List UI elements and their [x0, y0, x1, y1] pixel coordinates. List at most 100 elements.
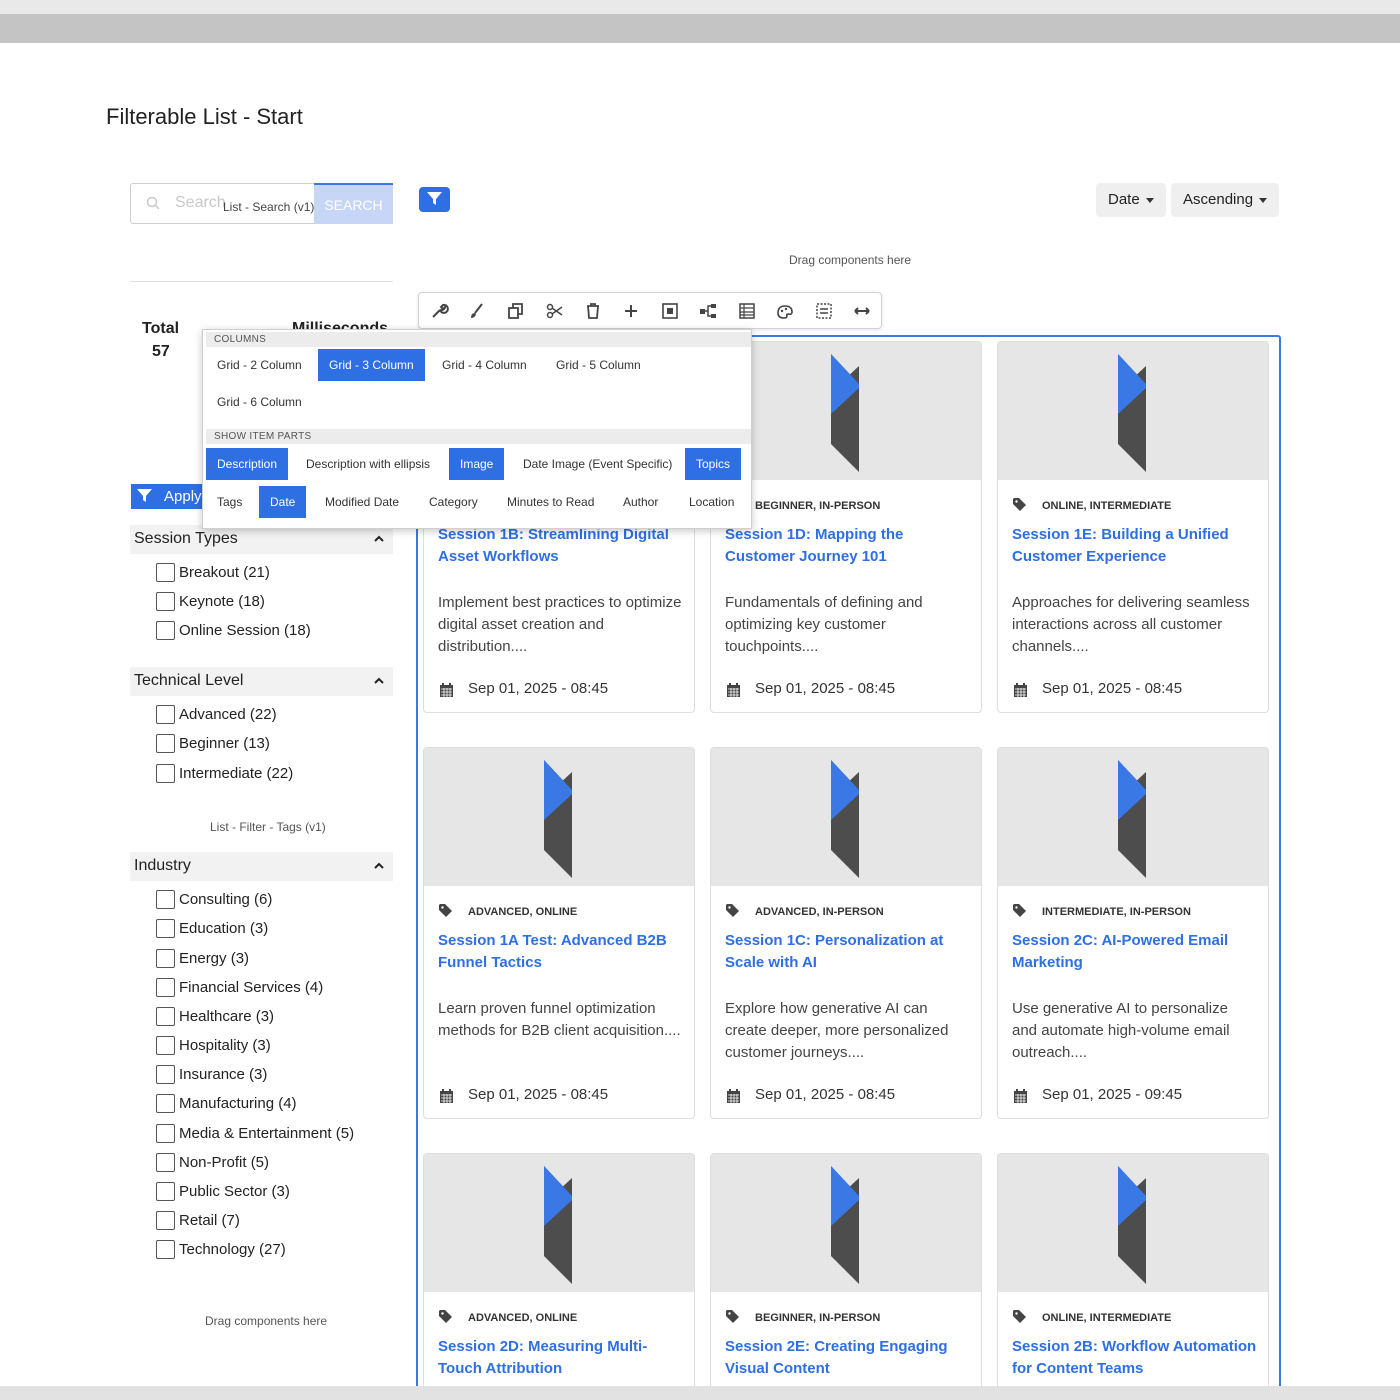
logo-icon — [831, 760, 859, 878]
scissors-icon[interactable] — [545, 301, 565, 321]
search-button[interactable]: SEARCH — [314, 183, 393, 224]
component-icon[interactable] — [814, 301, 834, 321]
checkbox[interactable] — [156, 890, 175, 909]
filter-item-label: Advanced (22) — [179, 706, 277, 723]
filter-group-industry[interactable]: Industry — [130, 852, 393, 881]
filter-item-label: Media & Entertainment (5) — [179, 1125, 355, 1142]
sort-order-dropdown[interactable]: Ascending — [1171, 183, 1280, 217]
sort-field-dropdown[interactable]: Date — [1096, 183, 1166, 217]
editor-top-bar — [0, 14, 1400, 43]
checkbox[interactable] — [156, 1153, 175, 1172]
card-title-link[interactable]: Session 1A Test: Advanced B2B Funnel Tac… — [438, 930, 683, 974]
filter-group-title: Technical Level — [134, 672, 244, 689]
palette-icon[interactable] — [775, 301, 795, 321]
option-description[interactable]: Description — [206, 448, 289, 480]
option-grid-6-column[interactable]: Grid - 6 Column — [206, 386, 313, 418]
result-card[interactable]: BEGINNER, IN-PERSON Session 2E: Creating … — [710, 1153, 982, 1393]
card-image[interactable] — [998, 1154, 1268, 1292]
option-grid-4-column[interactable]: Grid - 4 Column — [431, 349, 538, 381]
filter-toggle-button[interactable] — [419, 187, 450, 212]
tags-filter-component-label: List - Filter - Tags (v1) — [210, 820, 326, 834]
card-description: Approaches for delivering seamless inter… — [1012, 594, 1250, 655]
component-toolbar — [418, 292, 882, 329]
card-topics-text: ADVANCED, ONLINE — [468, 1312, 578, 1324]
option-category[interactable]: Category — [418, 486, 489, 518]
option-grid-2-column[interactable]: Grid - 2 Column — [206, 349, 313, 381]
apply-filters-button[interactable]: Apply — [131, 484, 205, 509]
result-card[interactable]: ONLINE, INTERMEDIATE Session 1E: Building… — [997, 341, 1269, 713]
wrench-icon[interactable] — [429, 301, 449, 321]
card-image[interactable] — [998, 342, 1268, 480]
hierarchy-icon[interactable] — [698, 301, 718, 321]
checkbox[interactable] — [156, 978, 175, 997]
tag-icon — [726, 1310, 739, 1323]
card-image[interactable] — [998, 748, 1268, 886]
option-date[interactable]: Date — [259, 486, 307, 518]
card-title-link[interactable]: Session 1D: Mapping the Customer Journey… — [725, 524, 970, 568]
item-parts-section-heading: SHOW ITEM PARTS — [206, 429, 751, 444]
result-card[interactable]: ONLINE, INTERMEDIATE Session 2B: Workflow… — [997, 1153, 1269, 1393]
checkbox[interactable] — [156, 1182, 175, 1201]
checkbox[interactable] — [156, 764, 175, 783]
option-grid-5-column[interactable]: Grid - 5 Column — [545, 349, 652, 381]
trash-icon[interactable] — [583, 301, 603, 321]
checkbox[interactable] — [156, 1036, 175, 1055]
resize-icon[interactable] — [852, 301, 872, 321]
card-image[interactable] — [711, 748, 981, 886]
option-topics[interactable]: Topics — [685, 448, 742, 480]
option-modified-date[interactable]: Modified Date — [314, 486, 410, 518]
checkbox[interactable] — [156, 1240, 175, 1259]
card-title-link[interactable]: Session 2B: Workflow Automation for Cont… — [1012, 1336, 1257, 1380]
checkbox[interactable] — [156, 563, 175, 582]
option-minutes-to-read[interactable]: Minutes to Read — [496, 486, 605, 518]
card-title-link[interactable]: Session 1C: Personalization at Scale wit… — [725, 930, 970, 974]
checkbox[interactable] — [156, 949, 175, 968]
card-title-link[interactable]: Session 1E: Building a Unified Customer … — [1012, 524, 1257, 568]
checkbox[interactable] — [156, 919, 175, 938]
card-date-text: Sep 01, 2025 - 08:45 — [755, 1086, 896, 1103]
checkbox[interactable] — [156, 1007, 175, 1026]
copy-icon[interactable] — [506, 301, 526, 321]
filter-group-session-types[interactable]: Session Types — [130, 525, 393, 554]
result-card[interactable]: ADVANCED, IN-PERSON Session 1C: Personali… — [710, 747, 982, 1119]
card-title-link[interactable]: Session 2E: Creating Engaging Visual Con… — [725, 1336, 970, 1380]
filter-group-title: Industry — [134, 857, 191, 874]
card-title-link[interactable]: Session 2C: AI-Powered Email Marketing — [1012, 930, 1257, 974]
checkbox[interactable] — [156, 705, 175, 724]
filter-item-label: Intermediate (22) — [179, 765, 294, 782]
sidebar-divider — [130, 281, 393, 282]
option-location[interactable]: Location — [678, 486, 745, 518]
list-icon[interactable] — [737, 301, 757, 321]
checkbox[interactable] — [156, 1065, 175, 1084]
card-image[interactable] — [424, 748, 694, 886]
card-image[interactable] — [424, 1154, 694, 1292]
apply-label: Apply — [164, 488, 202, 505]
checkbox[interactable] — [156, 621, 175, 640]
card-title-link[interactable]: Session 1B: Streamlining Digital Asset W… — [438, 524, 683, 568]
option-description-with-ellipsis[interactable]: Description with ellipsis — [295, 448, 441, 480]
frame-icon[interactable] — [660, 301, 680, 321]
plus-icon[interactable] — [621, 301, 641, 321]
checkbox[interactable] — [156, 734, 175, 753]
card-title-link[interactable]: Session 2D: Measuring Multi-Touch Attrib… — [438, 1336, 683, 1380]
filter-item-label: Beginner (13) — [179, 735, 270, 752]
option-tags[interactable]: Tags — [206, 486, 253, 518]
result-card[interactable]: ADVANCED, ONLINE Session 1A Test: Advance… — [423, 747, 695, 1119]
brush-icon[interactable] — [467, 301, 487, 321]
result-card[interactable]: INTERMEDIATE, IN-PERSON Session 2C: AI-Po… — [997, 747, 1269, 1119]
option-date-image[interactable]: Date Image (Event Specific) — [512, 448, 683, 480]
checkbox[interactable] — [156, 1124, 175, 1143]
total-label: Total — [142, 320, 180, 337]
option-grid-3-column[interactable]: Grid - 3 Column — [318, 349, 425, 381]
filter-group-title: Session Types — [134, 530, 238, 547]
card-image[interactable] — [711, 1154, 981, 1292]
checkbox[interactable] — [156, 1094, 175, 1113]
option-author[interactable]: Author — [612, 486, 669, 518]
checkbox[interactable] — [156, 592, 175, 611]
funnel-icon — [427, 192, 442, 205]
search-component-label: List - Search (v1) — [223, 200, 315, 214]
option-image[interactable]: Image — [449, 448, 505, 480]
checkbox[interactable] — [156, 1211, 175, 1230]
filter-group-technical-level[interactable]: Technical Level — [130, 667, 393, 696]
result-card[interactable]: ADVANCED, ONLINE Session 2D: Measuring Mu… — [423, 1153, 695, 1393]
